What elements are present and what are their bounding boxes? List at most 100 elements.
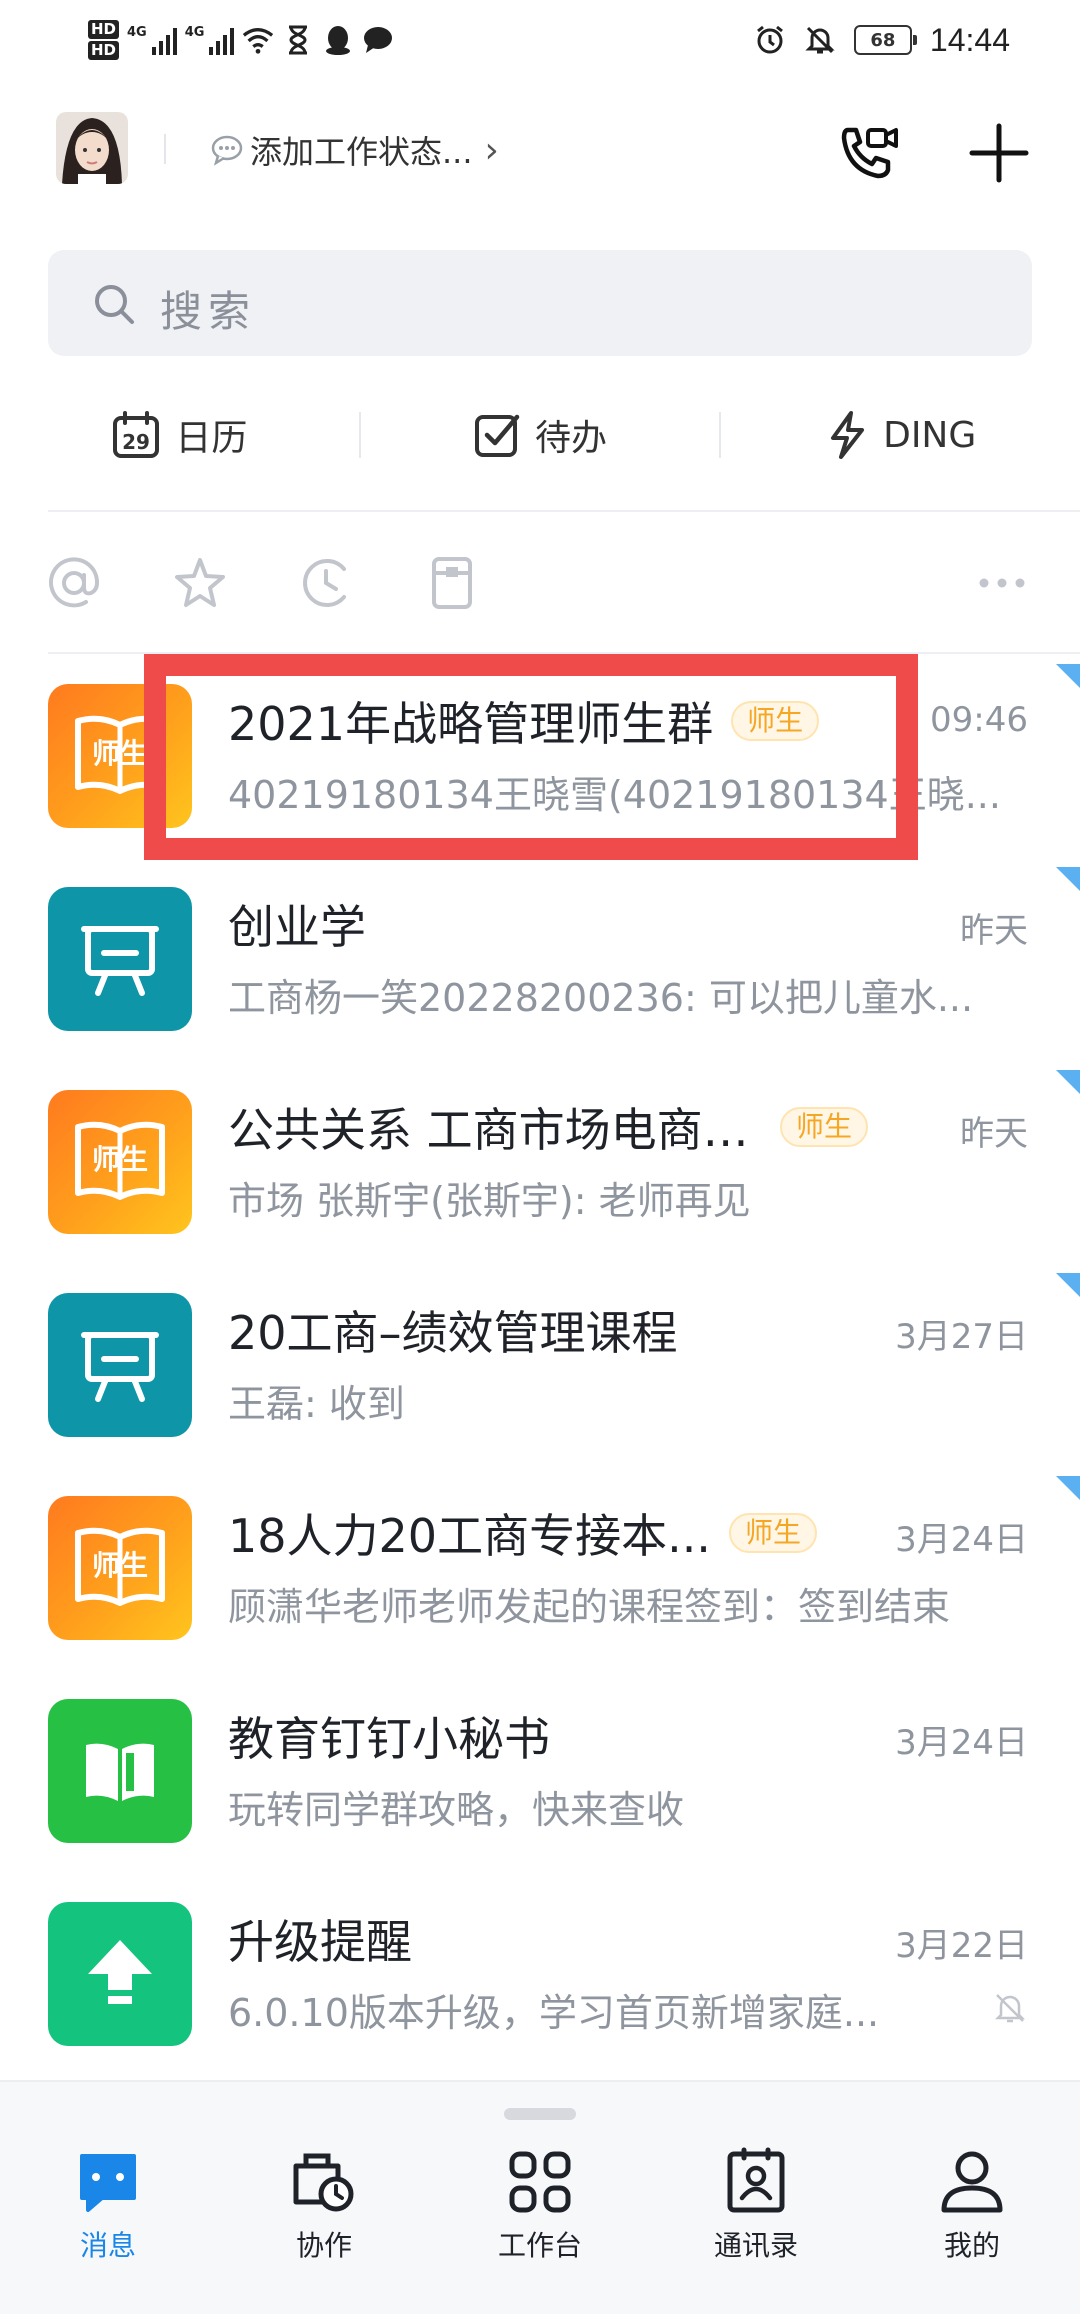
conversation-item[interactable]: 师生 公共关系 工商市场电商1... 师生 昨天 市场 张斯宇(张斯宇): 老师… xyxy=(0,1066,1080,1269)
teacher-student-book-icon: 师生 xyxy=(48,1090,192,1234)
more-filter-button[interactable] xyxy=(974,555,1030,611)
conversation-item[interactable]: 教育钉钉小秘书 3月24日 玩转同学群攻略，快来查收 xyxy=(0,1675,1080,1878)
conversation-list: 师生 2021年战略管理师生群 师生 09:46 40219180134王晓雪(… xyxy=(0,660,1080,2081)
status-bar-left: HD HD 4G 4G xyxy=(88,12,394,68)
drag-handle[interactable] xyxy=(504,2108,576,2120)
status-time: 14:44 xyxy=(929,21,1010,58)
conversation-title: 18人力20工商专接本... xyxy=(228,1509,711,1563)
signal-strength-icon-1: 4G xyxy=(127,25,177,55)
hd-badge-2: HD xyxy=(88,41,120,60)
at-filter-button[interactable] xyxy=(46,555,102,611)
collaborate-icon xyxy=(293,2153,354,2212)
calendar-day: 29 xyxy=(122,430,150,454)
message-filters xyxy=(0,545,1080,621)
contacts-icon xyxy=(727,2147,785,2213)
open-book-icon xyxy=(48,1699,192,1843)
section-divider xyxy=(48,510,1080,512)
calendar-label: 日历 xyxy=(175,418,248,459)
tab-label: 通讯录 xyxy=(713,2229,798,2262)
classroom-board-icon xyxy=(48,887,192,1031)
group-icon-text: 师生 xyxy=(92,1143,148,1176)
tab-label: 消息 xyxy=(79,2229,136,2262)
conversation-time: 09:46 xyxy=(930,700,1028,740)
ding-label: DING xyxy=(883,414,977,456)
conversation-preview: 市场 张斯宇(张斯宇): 老师再见 xyxy=(228,1179,751,1223)
signal-strength-icon-2: 4G xyxy=(185,25,235,55)
tab-messages[interactable]: 消息 xyxy=(0,2146,216,2286)
hourglass-icon xyxy=(282,24,314,56)
pinned-corner-marker xyxy=(1056,1070,1080,1094)
tab-collaborate[interactable]: 协作 xyxy=(216,2146,432,2286)
conversation-time: 昨天 xyxy=(960,911,1028,951)
todo-label: 待办 xyxy=(535,418,608,459)
at-icon xyxy=(49,557,100,608)
more-icon xyxy=(979,578,1025,588)
checkbox-icon xyxy=(475,414,520,457)
conversation-preview: 工商杨一笑20228200236: 可以把儿童水... xyxy=(228,976,974,1020)
conversation-title-row: 创业学 xyxy=(228,891,366,957)
chat-notification-icon xyxy=(362,24,394,56)
bottom-navigation: 消息 协作 工作台 通讯录 我的 xyxy=(0,2080,1080,2314)
chat-bubble-icon xyxy=(211,135,243,166)
top-header: 添加工作状态... › xyxy=(0,100,1080,210)
conversation-item[interactable]: 师生 18人力20工商专接本... 师生 3月24日 顾潇华老师老师发起的课程签… xyxy=(0,1472,1080,1675)
conversation-title-row: 18人力20工商专接本... 师生 xyxy=(228,1500,817,1566)
status-bar-right: 68 14:44 xyxy=(754,16,1010,64)
teacher-student-badge: 师生 xyxy=(779,1107,868,1147)
conversation-item[interactable]: 创业学 昨天 工商杨一笑20228200236: 可以把儿童水... xyxy=(0,863,1080,1066)
tab-contacts[interactable]: 通讯录 xyxy=(648,2146,864,2286)
tab-label: 工作台 xyxy=(497,2229,582,2262)
tab-label: 协作 xyxy=(295,2229,352,2262)
clock-icon xyxy=(303,559,346,607)
header-divider xyxy=(164,134,166,164)
group-icon-text: 师生 xyxy=(92,737,148,770)
avatar[interactable] xyxy=(56,112,128,184)
add-button[interactable] xyxy=(966,120,1032,186)
conversation-preview: 顾潇华老师老师发起的课程签到：签到结束 xyxy=(228,1585,951,1629)
wifi-icon xyxy=(242,24,274,56)
ding-shortcut[interactable]: DING xyxy=(721,390,1080,480)
mute-bell-icon xyxy=(994,1994,1026,2023)
message-icon xyxy=(80,2154,136,2212)
hd-indicators: HD HD xyxy=(88,20,120,60)
video-call-button[interactable] xyxy=(834,120,900,186)
highlight-annotation-box xyxy=(144,654,918,860)
conversation-title-row: 升级提醒 xyxy=(228,1906,412,1972)
search-bar[interactable]: 搜索 xyxy=(48,250,1032,356)
star-filter-button[interactable] xyxy=(172,555,228,611)
clock-filter-button[interactable] xyxy=(298,555,354,611)
lightning-icon xyxy=(831,411,865,459)
battery-indicator: 68 xyxy=(853,25,917,55)
folder-filter-button[interactable] xyxy=(424,555,480,611)
conversation-title: 升级提醒 xyxy=(228,1915,412,1969)
hd-badge-1: HD xyxy=(88,20,120,39)
conversation-title: 公共关系 工商市场电商1... xyxy=(228,1103,762,1157)
add-work-status-button[interactable]: 添加工作状态... › xyxy=(210,126,499,174)
profile-icon xyxy=(941,2151,1003,2213)
workbench-icon xyxy=(509,2151,571,2213)
tab-label: 我的 xyxy=(943,2229,1000,2262)
alarm-icon xyxy=(754,24,786,56)
conversation-time: 3月27日 xyxy=(895,1317,1028,1357)
conversation-item[interactable]: 升级提醒 3月22日 6.0.10版本升级，学习首页新增家庭... xyxy=(0,1878,1080,2081)
classroom-board-icon xyxy=(48,1293,192,1437)
conversation-time: 3月24日 xyxy=(895,1520,1028,1560)
group-icon-text: 师生 xyxy=(92,1549,148,1582)
star-icon xyxy=(175,558,225,607)
tab-profile[interactable]: 我的 xyxy=(864,2146,1080,2286)
conversation-title-row: 20工商–绩效管理课程 xyxy=(228,1297,678,1363)
conversation-time: 3月22日 xyxy=(895,1926,1028,1966)
todo-shortcut[interactable]: 待办 xyxy=(361,390,720,480)
status-bar: HD HD 4G 4G 68 14:44 xyxy=(0,0,1080,80)
tab-workbench[interactable]: 工作台 xyxy=(432,2146,648,2286)
conversation-title-row: 公共关系 工商市场电商1... 师生 xyxy=(228,1094,868,1160)
conversation-title-row: 教育钉钉小秘书 xyxy=(228,1703,550,1769)
mute-bell-icon xyxy=(804,24,836,56)
conversation-item[interactable]: 20工商–绩效管理课程 3月27日 王磊: 收到 xyxy=(0,1269,1080,1472)
network-type-1: 4G xyxy=(127,25,147,40)
calendar-shortcut[interactable]: 29 日历 xyxy=(0,390,359,480)
conversation-preview: 玩转同学群攻略，快来查收 xyxy=(228,1788,685,1832)
work-status-label: 添加工作状态... xyxy=(250,133,473,171)
conversation-preview: 王磊: 收到 xyxy=(228,1382,405,1426)
conversation-time: 3月24日 xyxy=(895,1723,1028,1763)
